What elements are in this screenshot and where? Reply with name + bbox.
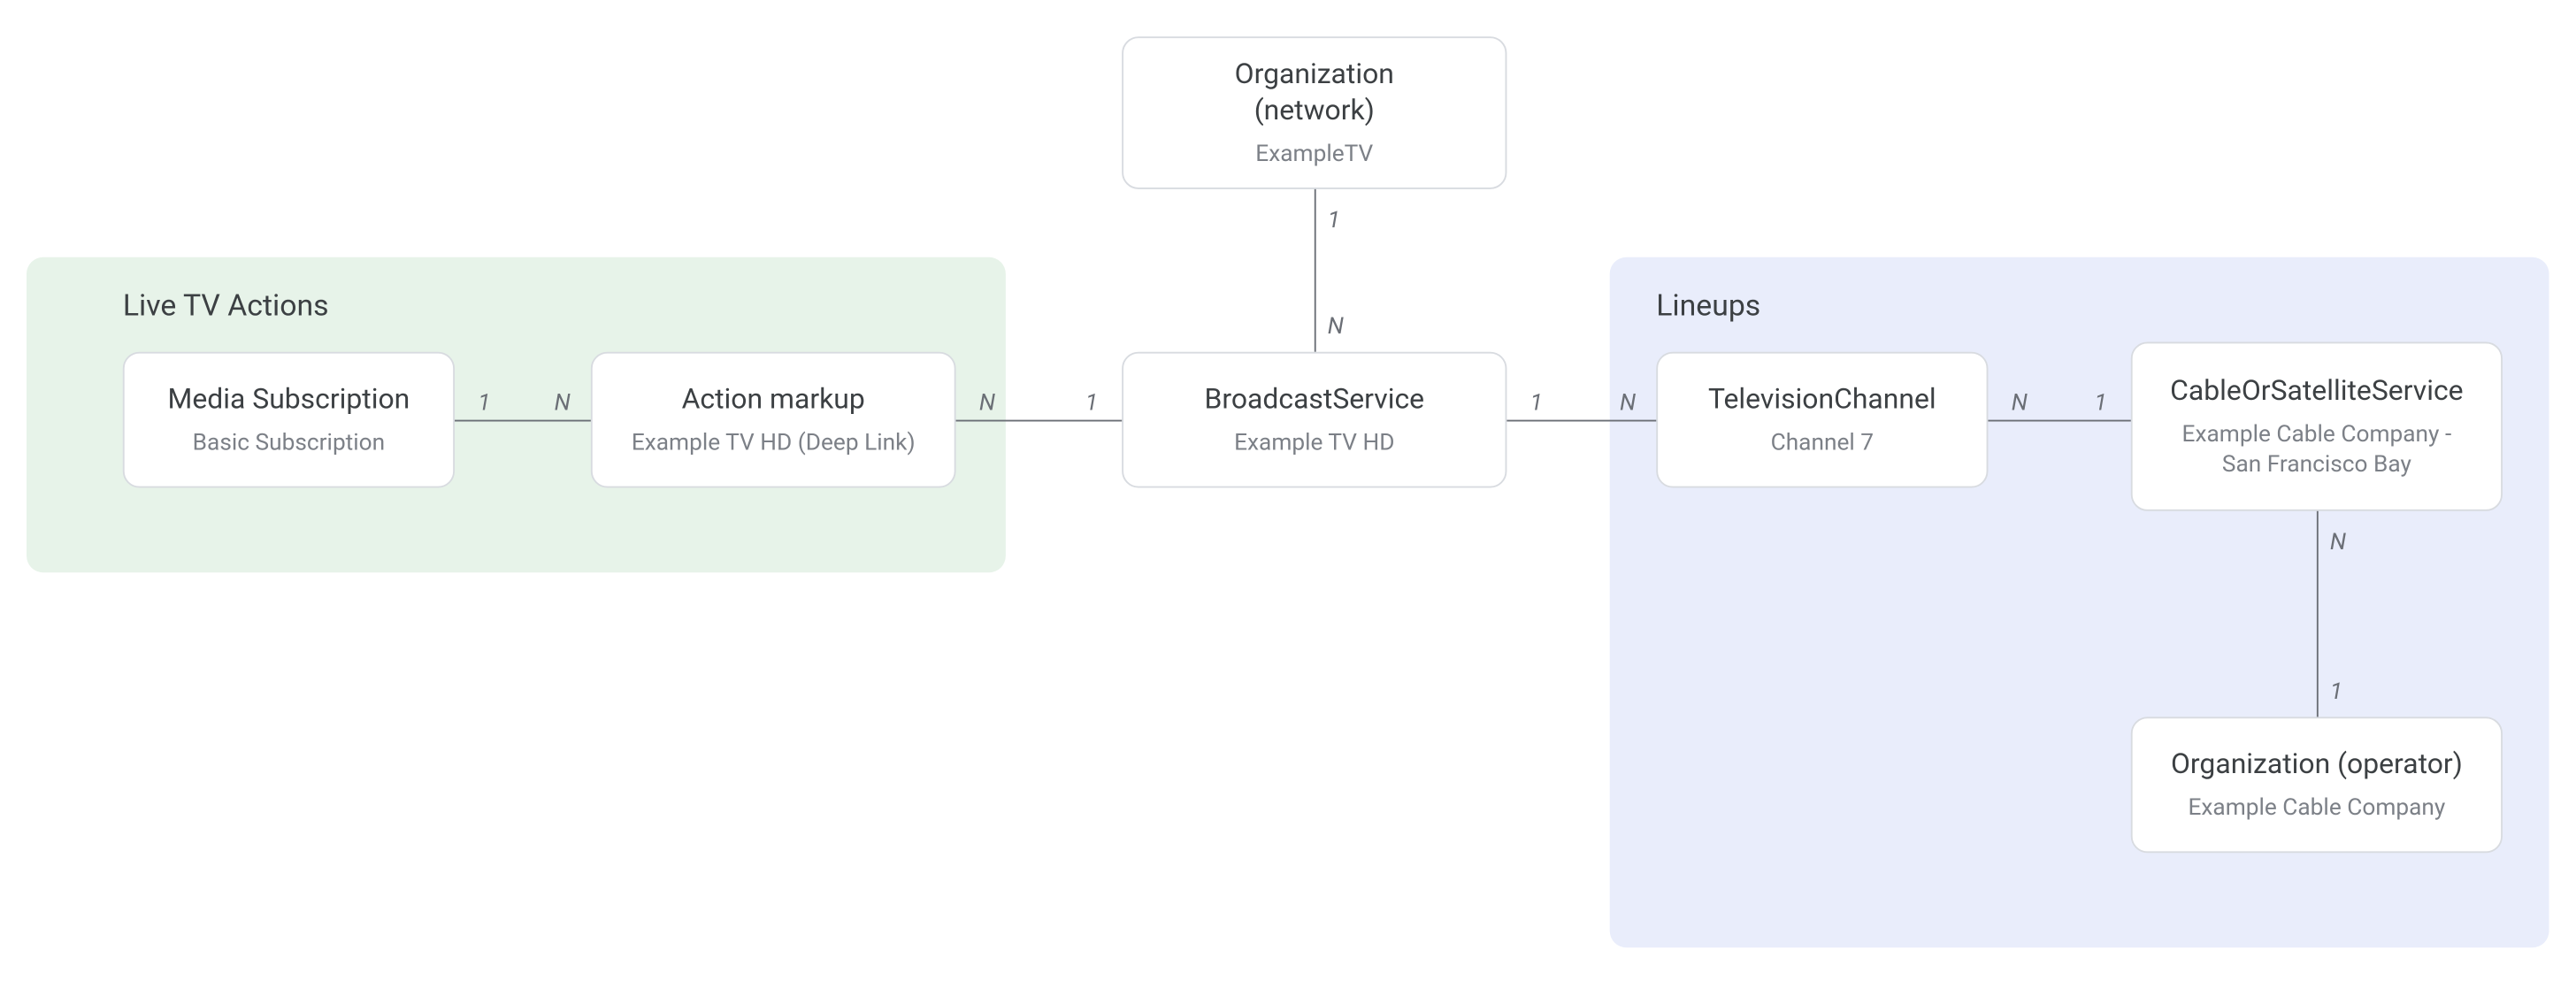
edge-media-action bbox=[455, 420, 591, 422]
node-title: TelevisionChannel bbox=[1708, 381, 1936, 418]
edge-label: N bbox=[2012, 392, 2028, 415]
node-title: Organization (network) bbox=[1235, 56, 1394, 129]
edge-label: N bbox=[1620, 392, 1636, 415]
edge-cable-operator bbox=[2317, 511, 2319, 717]
edge-label: N bbox=[979, 392, 995, 415]
node-sub: Example Cable Company - San Francisco Ba… bbox=[2182, 419, 2452, 479]
edge-label: 1 bbox=[478, 392, 490, 415]
node-sub: Example TV HD bbox=[1234, 428, 1394, 458]
node-title: Organization (operator) bbox=[2171, 747, 2463, 783]
edge-label: 1 bbox=[2330, 680, 2342, 703]
node-broadcast-service: BroadcastService Example TV HD bbox=[1122, 352, 1506, 488]
edge-label: 1 bbox=[1530, 392, 1543, 415]
edge-tv-cable bbox=[1988, 420, 2130, 422]
node-sub: Channel 7 bbox=[1771, 428, 1874, 458]
node-title: Action markup bbox=[682, 381, 865, 418]
node-sub: ExampleTV bbox=[1255, 140, 1373, 170]
edge-label: 1 bbox=[2095, 392, 2107, 415]
edge-action-broadcast bbox=[956, 420, 1123, 422]
diagram-stage: Live TV Actions Lineups Organization (ne… bbox=[0, 0, 2576, 996]
edge-broadcast-tv bbox=[1506, 420, 1656, 422]
node-sub: Example Cable Company bbox=[2188, 793, 2445, 824]
node-title: CableOrSatelliteService bbox=[2170, 373, 2463, 410]
node-action-markup: Action markup Example TV HD (Deep Link) bbox=[591, 352, 956, 488]
node-sub: Example TV HD (Deep Link) bbox=[632, 428, 916, 458]
edge-label: N bbox=[555, 392, 571, 415]
edge-label: N bbox=[1328, 315, 1344, 338]
node-media-subscription: Media Subscription Basic Subscription bbox=[123, 352, 455, 488]
node-cable-or-satellite-service: CableOrSatelliteService Example Cable Co… bbox=[2131, 341, 2503, 510]
node-organization-network: Organization (network) ExampleTV bbox=[1122, 36, 1506, 189]
node-title: Media Subscription bbox=[168, 381, 410, 418]
edge-label: N bbox=[2330, 531, 2346, 554]
edge-label: 1 bbox=[1328, 209, 1340, 232]
node-television-channel: TelevisionChannel Channel 7 bbox=[1656, 352, 1988, 488]
panel-title-left: Live TV Actions bbox=[123, 288, 329, 323]
edge-org-broadcast bbox=[1315, 189, 1316, 352]
node-sub: Basic Subscription bbox=[193, 428, 385, 458]
edge-label: 1 bbox=[1085, 392, 1098, 415]
node-organization-operator: Organization (operator) Example Cable Co… bbox=[2131, 716, 2503, 853]
panel-title-right: Lineups bbox=[1656, 288, 1760, 323]
node-title: BroadcastService bbox=[1205, 381, 1425, 418]
